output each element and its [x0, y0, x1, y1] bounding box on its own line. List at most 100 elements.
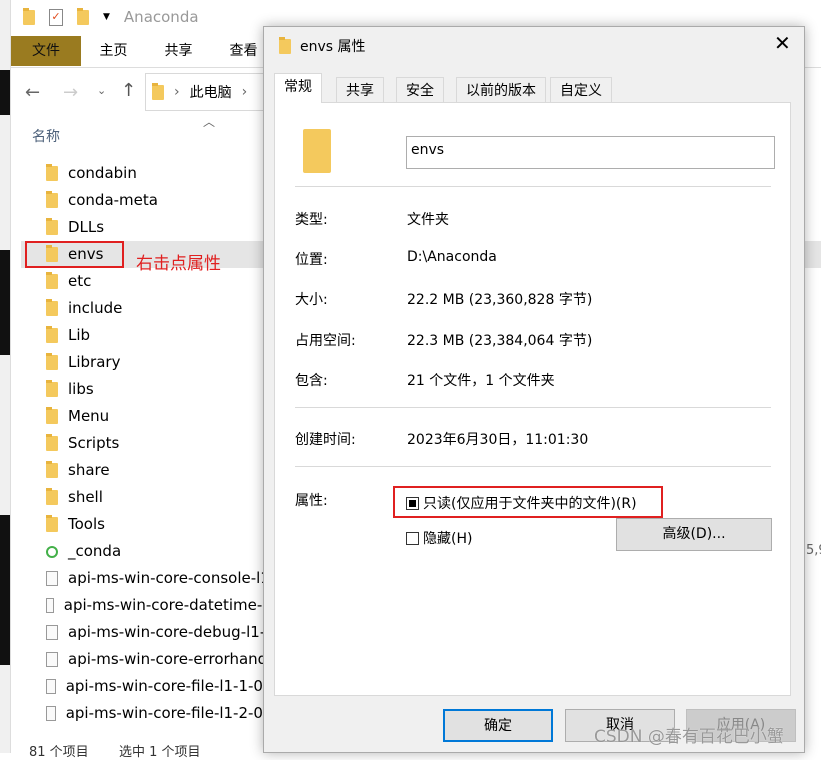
dll-file-icon — [46, 652, 58, 667]
file-list-item[interactable]: conda-meta — [46, 187, 276, 214]
dll-file-icon — [46, 706, 56, 721]
file-name: include — [68, 299, 123, 317]
file-name: etc — [68, 272, 92, 290]
size-on-disk-value: 22.3 MB (23,384,064 字节) — [407, 333, 593, 349]
sort-up-icon: ︿ — [203, 115, 216, 129]
file-name: api-ms-win-core-errorhandli — [68, 650, 276, 668]
watermark: CSDN @春有百花巴小蟹 — [594, 727, 784, 747]
file-name: _conda — [68, 542, 122, 560]
file-name: api-ms-win-core-file-l1-1-0.c — [65, 677, 276, 695]
readonly-checkbox[interactable]: 只读(仅应用于文件夹中的文件)(R) — [406, 493, 637, 513]
file-list-item[interactable]: libs — [46, 376, 276, 403]
size-on-disk-label: 占用空间: — [295, 333, 356, 349]
dialog-title: envs 属性 — [300, 39, 366, 55]
file-name: Lib — [68, 326, 91, 344]
file-list-item[interactable]: Lib — [46, 322, 276, 349]
tab-sharing[interactable]: 共享 — [336, 77, 384, 103]
size-value: 22.2 MB (23,360,828 字节) — [407, 292, 593, 308]
folder-icon — [46, 461, 58, 478]
file-name: Scripts — [68, 434, 120, 452]
hidden-label: 隐藏(H) — [423, 531, 473, 547]
readonly-label: 只读(仅应用于文件夹中的文件)(R) — [423, 496, 637, 512]
tab-general[interactable]: 常规 — [274, 73, 322, 103]
folder-icon — [46, 515, 58, 532]
back-arrow-icon[interactable]: ← — [25, 82, 40, 103]
tab-security[interactable]: 安全 — [396, 77, 444, 103]
tab-customize[interactable]: 自定义 — [550, 77, 612, 103]
ok-button[interactable]: 确定 — [443, 709, 553, 742]
folder-icon — [46, 191, 58, 208]
annotation-box — [25, 241, 124, 268]
file-name: Library — [68, 353, 121, 371]
folder-icon — [46, 218, 58, 235]
file-list-item[interactable]: Scripts — [46, 430, 276, 457]
folder-icon — [46, 434, 58, 451]
type-value: 文件夹 — [407, 212, 449, 228]
address-bar[interactable]: › 此电脑 › — [145, 73, 275, 111]
type-label: 类型: — [295, 212, 328, 228]
file-name: api-ms-win-core-debug-l1-1 — [68, 623, 275, 641]
folder-icon — [46, 299, 58, 316]
file-list-item[interactable]: _conda — [46, 538, 276, 565]
customize-dropdown-icon[interactable]: ▼ — [103, 12, 110, 22]
size-label: 大小: — [295, 292, 328, 308]
properties-dialog: envs 属性 ✕ 常规 共享 安全 以前的版本 自定义 envs 类型: 文件… — [263, 26, 805, 753]
size-column-fragment: 5,9 — [806, 543, 821, 558]
breadcrumb-this-pc[interactable]: 此电脑 — [190, 82, 232, 102]
status-item-count: 81 个项目 — [29, 745, 89, 760]
file-name: api-ms-win-core-file-l1-2-0.c — [65, 704, 276, 722]
up-arrow-icon[interactable]: ↑ — [121, 80, 136, 101]
file-list-item[interactable]: share — [46, 457, 276, 484]
file-list-item[interactable]: api-ms-win-core-debug-l1-1 — [46, 619, 276, 646]
file-list-item[interactable]: Menu — [46, 403, 276, 430]
file-name: api-ms-win-core-datetime-l1 — [63, 596, 276, 614]
tab-file[interactable]: 文件 — [11, 36, 81, 66]
file-list-item[interactable]: condabin — [46, 160, 276, 187]
column-header-name[interactable]: 名称 — [32, 126, 60, 146]
conda-icon — [46, 545, 58, 558]
created-value: 2023年6月30日，11:01:30 — [407, 432, 589, 448]
general-panel: envs 类型: 文件夹 位置: D:\Anaconda 大小: 22.2 MB… — [274, 102, 791, 696]
folder-icon — [279, 37, 291, 54]
file-list-item[interactable]: api-ms-win-core-console-l1- — [46, 565, 276, 592]
recent-chevron-icon[interactable]: ⌄ — [97, 84, 106, 97]
new-folder-icon[interactable] — [77, 7, 89, 25]
dll-file-icon — [46, 571, 58, 586]
folder-icon[interactable] — [23, 7, 35, 25]
file-name: Menu — [68, 407, 110, 425]
tab-previous-versions[interactable]: 以前的版本 — [456, 77, 546, 103]
properties-icon[interactable]: ✓ — [49, 8, 63, 26]
file-list-item[interactable]: api-ms-win-core-file-l1-1-0.c — [46, 673, 276, 700]
file-list-item[interactable]: shell — [46, 484, 276, 511]
forward-arrow-icon[interactable]: → — [63, 82, 78, 103]
quick-access-toolbar: ✓ ▼ Anaconda — [23, 7, 199, 26]
folder-icon — [46, 326, 58, 343]
folder-icon — [46, 272, 58, 289]
file-name: condabin — [68, 164, 137, 182]
file-list-item[interactable]: include — [46, 295, 276, 322]
file-list-item[interactable]: Tools — [46, 511, 276, 538]
tab-share[interactable]: 共享 — [151, 36, 206, 66]
location-value: D:\Anaconda — [407, 249, 497, 265]
folder-icon — [152, 82, 164, 100]
created-label: 创建时间: — [295, 432, 356, 448]
checkbox-indeterminate-icon — [406, 497, 419, 510]
file-list-item[interactable]: api-ms-win-core-file-l1-2-0.c — [46, 700, 276, 727]
dll-file-icon — [46, 679, 56, 694]
file-list-item[interactable]: DLLs — [46, 214, 276, 241]
tab-home[interactable]: 主页 — [86, 36, 141, 66]
checkbox-icon — [406, 532, 419, 545]
file-list-item[interactable]: api-ms-win-core-errorhandli — [46, 646, 276, 673]
folder-icon — [46, 380, 58, 397]
file-list-item[interactable]: Library — [46, 349, 276, 376]
file-name: shell — [68, 488, 103, 506]
hidden-checkbox[interactable]: 隐藏(H) — [406, 528, 472, 548]
background-window — [0, 0, 10, 753]
advanced-button[interactable]: 高级(D)... — [616, 518, 772, 551]
folder-name-input[interactable]: envs — [406, 136, 775, 169]
dll-file-icon — [46, 598, 54, 613]
chevron-right-icon: › — [241, 84, 248, 100]
file-name: Tools — [68, 515, 105, 533]
file-list-item[interactable]: api-ms-win-core-datetime-l1 — [46, 592, 276, 619]
close-icon[interactable]: ✕ — [774, 31, 791, 55]
